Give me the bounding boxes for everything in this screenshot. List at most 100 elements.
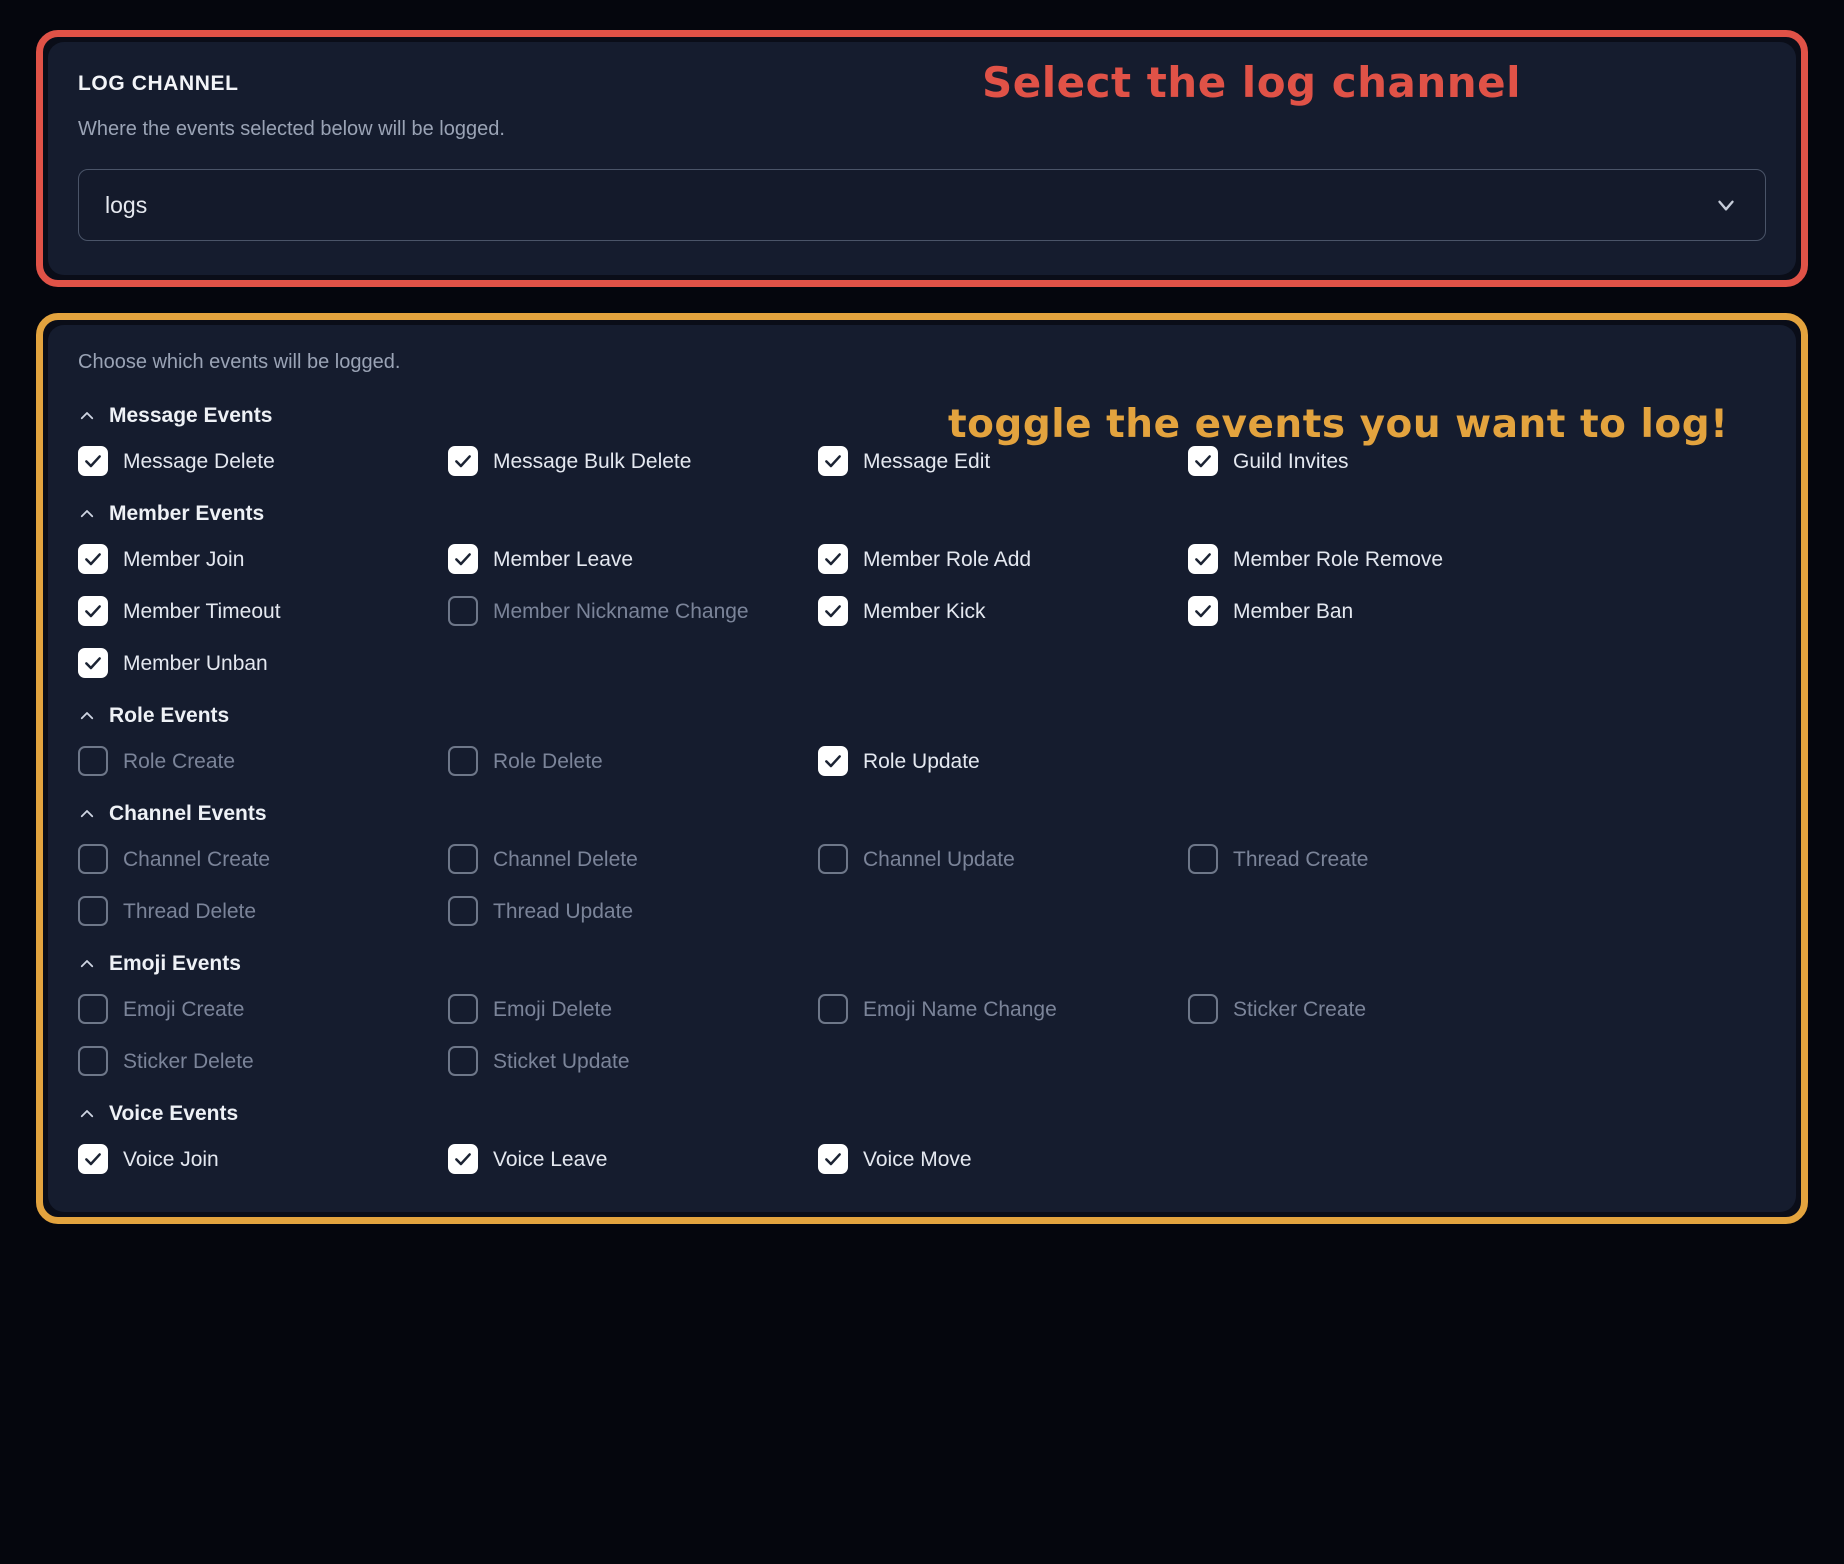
event-option[interactable]: Thread Update <box>448 892 818 930</box>
checkbox-checked-icon[interactable] <box>1188 446 1218 476</box>
chevron-up-icon[interactable] <box>78 407 96 425</box>
annotation-events-note: toggle the events you want to log! <box>948 402 1729 447</box>
event-option-grid: Role Create Role Delete Role Update <box>78 742 1766 780</box>
event-option[interactable]: Role Delete <box>448 742 818 780</box>
event-option[interactable]: Emoji Name Change <box>818 990 1188 1028</box>
event-option[interactable]: Sticket Update <box>448 1042 818 1080</box>
event-group-header[interactable]: Emoji Events <box>78 952 1766 976</box>
event-option[interactable]: Thread Create <box>1188 840 1558 878</box>
checkbox-checked-icon[interactable] <box>78 648 108 678</box>
event-option[interactable]: Channel Create <box>78 840 448 878</box>
chevron-up-icon[interactable] <box>78 707 96 725</box>
event-option-grid: Channel Create Channel Delete Channel Upda… <box>78 840 1766 930</box>
checkbox-unchecked-icon[interactable] <box>448 746 478 776</box>
event-option[interactable]: Sticker Create <box>1188 990 1558 1028</box>
log-channel-description: Where the events selected below will be … <box>78 118 505 140</box>
checkbox-checked-icon[interactable] <box>818 596 848 626</box>
event-group: Voice Events Voice Join Voice Leave Voice M… <box>78 1102 1766 1178</box>
chevron-up-icon[interactable] <box>78 955 96 973</box>
event-option[interactable]: Member Nickname Change <box>448 592 818 630</box>
checkbox-unchecked-icon[interactable] <box>818 844 848 874</box>
annotation-log-channel-note: Select the log channel <box>982 58 1522 107</box>
checkbox-checked-icon[interactable] <box>1188 596 1218 626</box>
checkbox-unchecked-icon[interactable] <box>818 994 848 1024</box>
checkbox-checked-icon[interactable] <box>448 544 478 574</box>
event-group-header[interactable]: Role Events <box>78 704 1766 728</box>
event-group-title: Member Events <box>109 502 265 525</box>
event-option[interactable]: Member Timeout <box>78 592 448 630</box>
chevron-up-icon[interactable] <box>78 805 96 823</box>
checkbox-checked-icon[interactable] <box>78 446 108 476</box>
event-option[interactable]: Guild Invites <box>1188 442 1558 480</box>
event-group: Role Events Role Create Role Delete Role Up… <box>78 704 1766 780</box>
checkbox-unchecked-icon[interactable] <box>1188 844 1218 874</box>
event-option-label: Emoji Create <box>123 997 245 1021</box>
event-option-label: Member Role Remove <box>1233 547 1444 571</box>
checkbox-checked-icon[interactable] <box>448 1144 478 1174</box>
checkbox-checked-icon[interactable] <box>78 596 108 626</box>
event-option-label: Emoji Name Change <box>863 997 1057 1021</box>
event-option[interactable]: Member Kick <box>818 592 1188 630</box>
event-group-header[interactable]: Voice Events <box>78 1102 1766 1126</box>
event-option[interactable]: Thread Delete <box>78 892 448 930</box>
event-option[interactable]: Channel Update <box>818 840 1188 878</box>
event-option-label: Emoji Delete <box>493 997 613 1021</box>
event-option[interactable]: Message Bulk Delete <box>448 442 818 480</box>
event-option-label: Member Kick <box>863 599 986 623</box>
event-group-header[interactable]: Channel Events <box>78 802 1766 826</box>
event-option-label: Message Bulk Delete <box>493 449 692 473</box>
checkbox-checked-icon[interactable] <box>818 746 848 776</box>
chevron-down-icon[interactable] <box>1713 192 1739 218</box>
checkbox-unchecked-icon[interactable] <box>448 844 478 874</box>
event-option-label: Channel Delete <box>493 847 638 871</box>
event-option-label: Message Delete <box>123 449 275 473</box>
checkbox-unchecked-icon[interactable] <box>78 896 108 926</box>
log-channel-select[interactable]: logs <box>78 169 1766 241</box>
event-option[interactable]: Voice Leave <box>448 1140 818 1178</box>
event-option-label: Message Edit <box>863 449 991 473</box>
event-option[interactable]: Member Leave <box>448 540 818 578</box>
event-option-label: Member Leave <box>493 547 634 571</box>
event-group-header[interactable]: Member Events <box>78 502 1766 526</box>
event-option[interactable]: Channel Delete <box>448 840 818 878</box>
checkbox-checked-icon[interactable] <box>818 1144 848 1174</box>
checkbox-checked-icon[interactable] <box>1188 544 1218 574</box>
event-option[interactable]: Member Join <box>78 540 448 578</box>
checkbox-unchecked-icon[interactable] <box>448 896 478 926</box>
event-option-label: Member Unban <box>123 651 268 675</box>
checkbox-checked-icon[interactable] <box>818 446 848 476</box>
event-option[interactable]: Voice Move <box>818 1140 1188 1178</box>
event-option-label: Member Join <box>123 547 245 571</box>
event-option-label: Sticker Create <box>1233 997 1367 1021</box>
event-option[interactable]: Member Role Add <box>818 540 1188 578</box>
checkbox-unchecked-icon[interactable] <box>78 746 108 776</box>
checkbox-unchecked-icon[interactable] <box>78 994 108 1024</box>
event-option[interactable]: Member Unban <box>78 644 448 682</box>
event-option[interactable]: Voice Join <box>78 1140 448 1178</box>
checkbox-unchecked-icon[interactable] <box>448 596 478 626</box>
chevron-up-icon[interactable] <box>78 505 96 523</box>
event-option[interactable]: Member Ban <box>1188 592 1558 630</box>
event-option[interactable]: Sticker Delete <box>78 1042 448 1080</box>
checkbox-unchecked-icon[interactable] <box>448 1046 478 1076</box>
event-option[interactable]: Member Role Remove <box>1188 540 1558 578</box>
event-option[interactable]: Role Create <box>78 742 448 780</box>
checkbox-unchecked-icon[interactable] <box>1188 994 1218 1024</box>
checkbox-unchecked-icon[interactable] <box>448 994 478 1024</box>
event-option[interactable]: Message Delete <box>78 442 448 480</box>
event-option[interactable]: Message Edit <box>818 442 1188 480</box>
event-option-grid: Voice Join Voice Leave Voice Move <box>78 1140 1766 1178</box>
checkbox-checked-icon[interactable] <box>818 544 848 574</box>
event-option-label: Voice Leave <box>493 1147 608 1171</box>
chevron-up-icon[interactable] <box>78 1105 96 1123</box>
checkbox-checked-icon[interactable] <box>448 446 478 476</box>
checkbox-unchecked-icon[interactable] <box>78 844 108 874</box>
event-option[interactable]: Role Update <box>818 742 1188 780</box>
event-option[interactable]: Emoji Delete <box>448 990 818 1028</box>
checkbox-checked-icon[interactable] <box>78 1144 108 1174</box>
checkbox-checked-icon[interactable] <box>78 544 108 574</box>
events-group-list: Message Events Message Delete Message Bulk… <box>78 404 1766 1178</box>
checkbox-unchecked-icon[interactable] <box>78 1046 108 1076</box>
event-option-label: Role Delete <box>493 749 603 773</box>
event-option[interactable]: Emoji Create <box>78 990 448 1028</box>
